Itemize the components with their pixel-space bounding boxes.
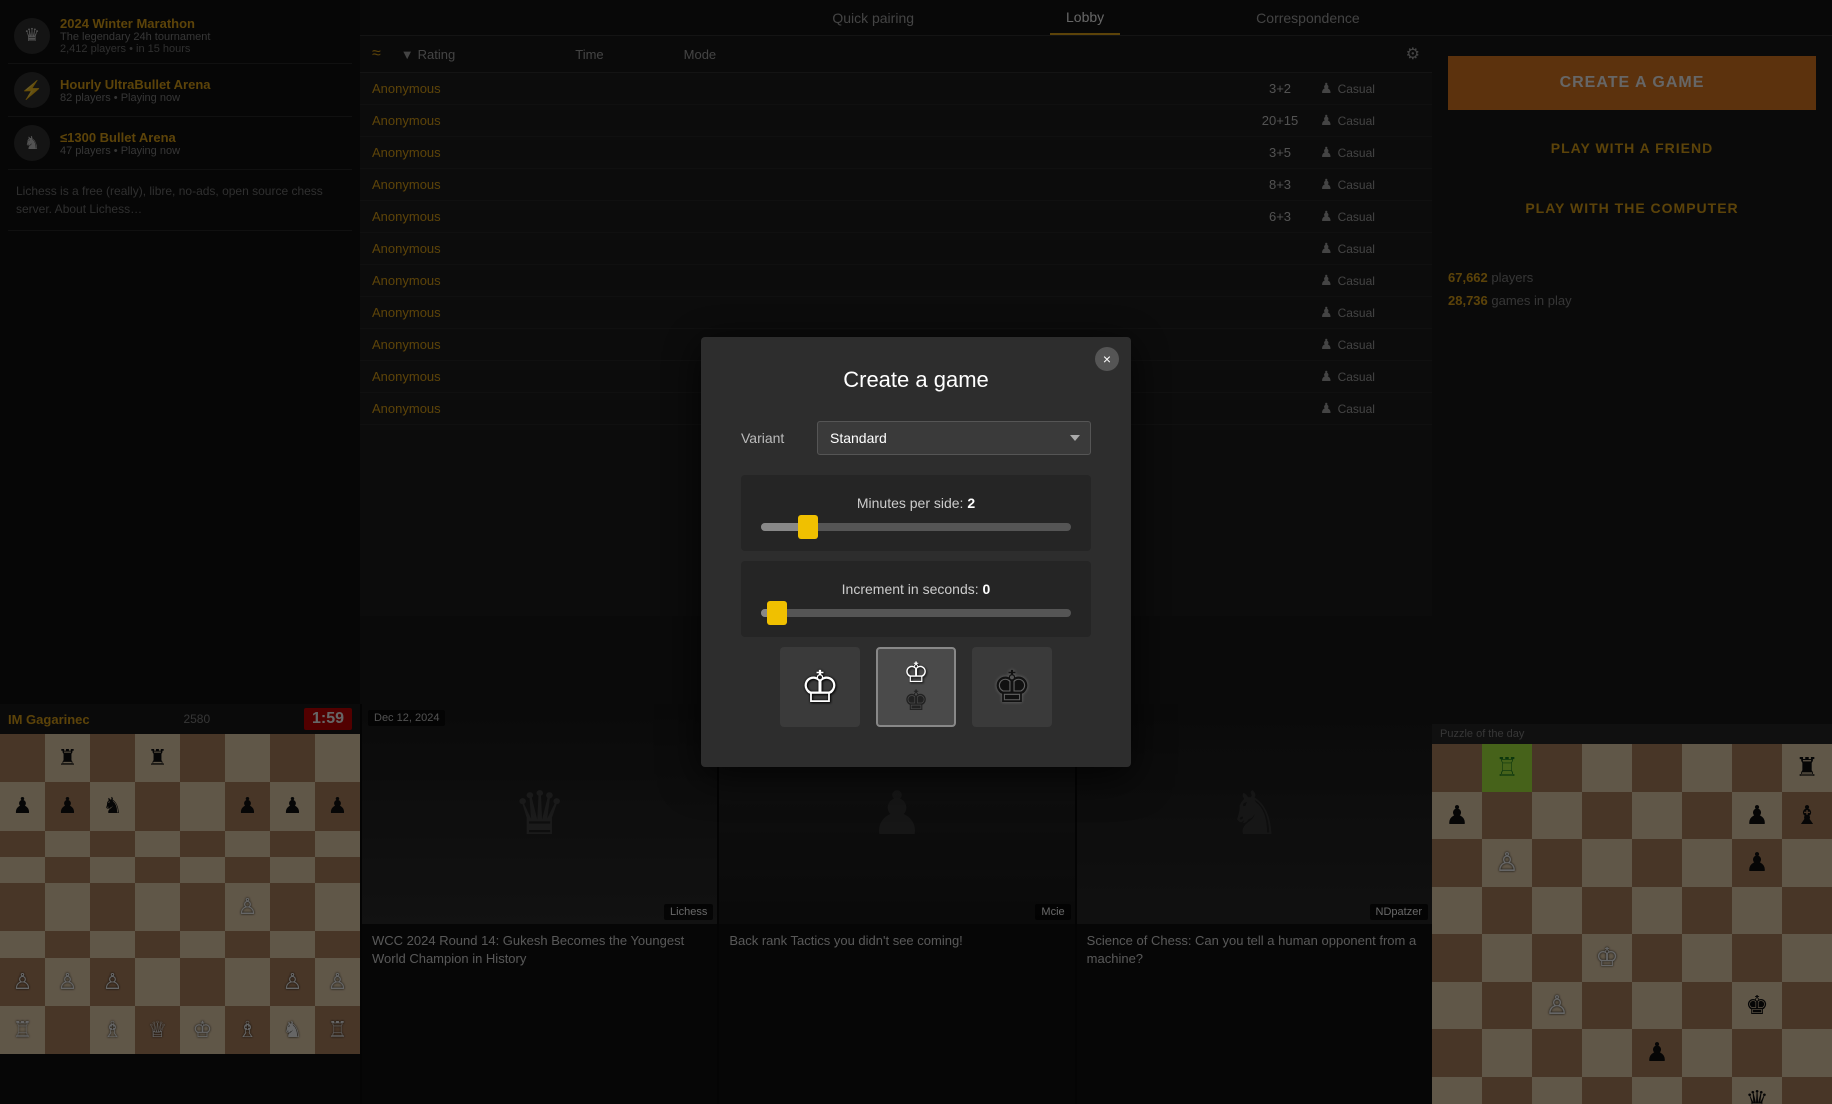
random-inner: ♔ ♚ bbox=[903, 659, 928, 715]
create-game-modal: × Create a game Variant Standard Chess96… bbox=[701, 337, 1131, 767]
modal-close-button[interactable]: × bbox=[1095, 347, 1119, 371]
modal-title: Create a game bbox=[741, 367, 1091, 393]
minutes-label: Minutes per side: 2 bbox=[761, 495, 1071, 511]
minutes-slider-thumb[interactable] bbox=[798, 515, 818, 539]
increment-slider-thumb[interactable] bbox=[767, 601, 787, 625]
piece-selector: ♔ ♔ ♚ ♚ bbox=[741, 647, 1091, 727]
increment-section: Increment in seconds: 0 bbox=[741, 561, 1091, 637]
increment-slider-track bbox=[761, 609, 1071, 617]
play-random-option[interactable]: ♔ ♚ bbox=[876, 647, 956, 727]
variant-row: Variant Standard Chess960 Crazyhouse Kin… bbox=[741, 421, 1091, 455]
modal-overlay[interactable]: × Create a game Variant Standard Chess96… bbox=[0, 0, 1832, 1104]
play-black-option[interactable]: ♚ bbox=[972, 647, 1052, 727]
minutes-slider-track bbox=[761, 523, 1071, 531]
variant-select[interactable]: Standard Chess960 Crazyhouse King of the… bbox=[817, 421, 1091, 455]
play-white-option[interactable]: ♔ bbox=[780, 647, 860, 727]
variant-label: Variant bbox=[741, 430, 801, 446]
minutes-section: Minutes per side: 2 bbox=[741, 475, 1091, 551]
increment-label: Increment in seconds: 0 bbox=[761, 581, 1071, 597]
